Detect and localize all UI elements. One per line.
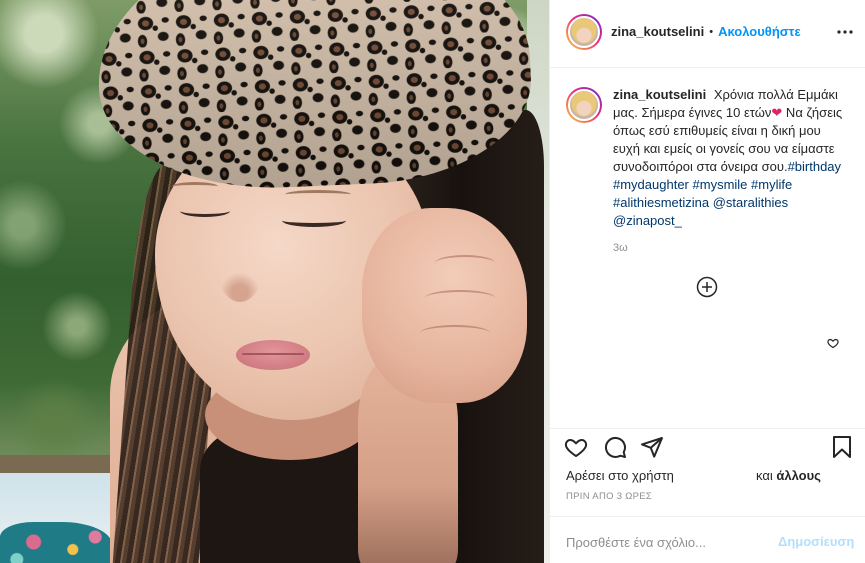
photo-finger-line <box>420 325 490 341</box>
photo-lips <box>236 340 310 370</box>
avatar-image <box>568 89 600 121</box>
hashtag-link[interactable]: @staralithies <box>713 195 788 210</box>
username-link[interactable]: zina_koutselini <box>611 24 704 40</box>
heart-emoji: ❤ <box>771 105 783 120</box>
hashtag-link[interactable]: #mylife <box>751 177 792 192</box>
likes-prefix: Αρέσει στο χρήστη <box>566 468 674 483</box>
photo-eyebrow-right <box>285 190 351 199</box>
photo-finger-line <box>425 290 495 306</box>
photo-eye-right <box>282 214 346 227</box>
caption-avatar[interactable] <box>566 87 602 123</box>
hashtag-link[interactable]: #alithiesmetizina <box>613 195 709 210</box>
header-separator: • <box>709 26 714 38</box>
caption-username-link[interactable]: zina_koutselini <box>613 87 706 102</box>
hashtag-link[interactable]: #mydaughter <box>613 177 689 192</box>
likes-others-link[interactable]: άλλους <box>776 468 821 483</box>
photo-eyebrow-left <box>172 182 218 191</box>
photo-pillow <box>0 522 112 563</box>
likes-others[interactable]: και άλλους <box>756 468 821 484</box>
profile-avatar[interactable] <box>566 14 602 50</box>
photo-eye-left <box>180 205 230 217</box>
caption-age: 3ω <box>613 242 628 254</box>
post-header: zina_koutselini • Ακολουθήστε <box>611 24 801 40</box>
hashtag-link[interactable]: #mysmile <box>693 177 748 192</box>
photo-nose <box>218 240 262 302</box>
post-caption: zina_koutselini Χρόνια πολλά Εμμάκι μας.… <box>613 86 845 230</box>
comment-divider <box>550 516 865 517</box>
header-divider <box>550 67 865 68</box>
post-timestamp: ΠΡΙΝ ΑΠΟ 3 ΩΡΕΣ <box>566 491 653 502</box>
photo-finger-line <box>435 255 495 271</box>
bookmark-icon[interactable] <box>830 435 854 459</box>
more-options-icon[interactable] <box>836 24 854 40</box>
follow-button[interactable]: Ακολουθήστε <box>718 24 801 40</box>
heart-outline-icon[interactable] <box>827 337 839 349</box>
plus-circle-icon[interactable] <box>696 276 718 298</box>
likes-summary: Αρέσει στο χρήστη <box>566 468 674 484</box>
heart-icon[interactable] <box>564 435 588 459</box>
actions-divider <box>550 428 865 429</box>
photo-lip-line <box>242 353 304 355</box>
paper-plane-icon[interactable] <box>640 435 664 459</box>
likes-conjunction: και <box>756 468 773 483</box>
comment-icon[interactable] <box>603 435 627 459</box>
post-image[interactable] <box>0 0 549 563</box>
comment-input[interactable] <box>566 532 766 552</box>
post-side-panel: zina_koutselini • Ακολουθήστε zina_kouts… <box>549 0 865 563</box>
hashtag-link[interactable]: #birthday <box>788 159 841 174</box>
avatar-image <box>568 16 600 48</box>
hashtag-link[interactable]: @zinapost_ <box>613 213 682 228</box>
post-comment-button[interactable]: Δημοσίευση <box>778 534 854 550</box>
